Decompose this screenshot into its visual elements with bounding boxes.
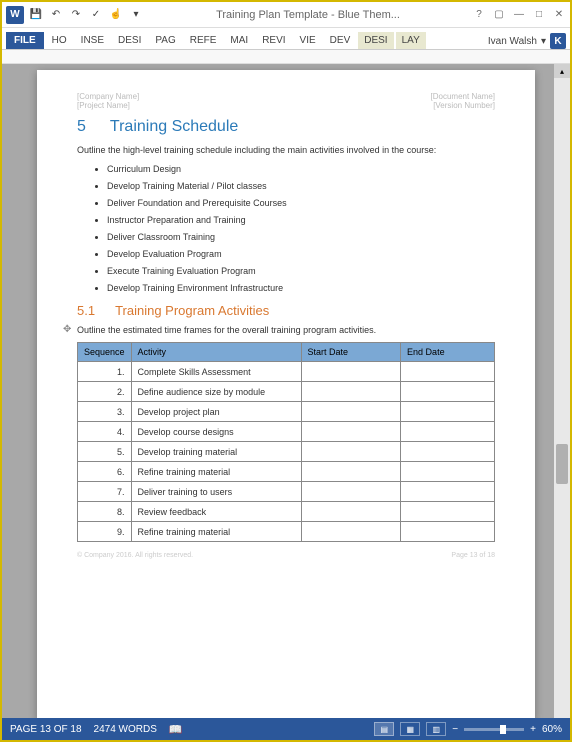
proofing-icon[interactable]: 📖 xyxy=(169,723,183,736)
redo-icon[interactable]: ↷ xyxy=(68,7,84,23)
table-row[interactable]: 9.Refine training material xyxy=(78,522,495,542)
th-start-date[interactable]: Start Date xyxy=(301,343,401,362)
tab-view[interactable]: VIE xyxy=(294,32,322,49)
tab-table-layout[interactable]: LAY xyxy=(396,32,426,49)
quick-access-toolbar: W 💾 ↶ ↷ ✓ ☝ ▾ xyxy=(6,6,144,24)
table-row[interactable]: 6.Refine training material xyxy=(78,462,495,482)
file-tab[interactable]: FILE xyxy=(6,32,44,49)
list-item[interactable]: Develop Training Material / Pilot classe… xyxy=(107,181,495,191)
ribbon-options-icon[interactable]: ▢ xyxy=(492,8,506,22)
table-row[interactable]: 8.Review feedback xyxy=(78,502,495,522)
qat-dropdown-icon[interactable]: ▾ xyxy=(128,7,144,23)
section-title: Training Schedule xyxy=(110,118,238,136)
minimize-icon[interactable]: — xyxy=(512,8,526,22)
table-row[interactable]: 1.Complete Skills Assessment xyxy=(78,362,495,382)
list-item[interactable]: Curriculum Design xyxy=(107,164,495,174)
table-row[interactable]: 3.Develop project plan xyxy=(78,402,495,422)
list-item[interactable]: Develop Evaluation Program xyxy=(107,249,495,259)
user-area[interactable]: Ivan Walsh ▾ K xyxy=(488,33,566,49)
titlebar: W 💾 ↶ ↷ ✓ ☝ ▾ Training Plan Template - B… xyxy=(2,2,570,28)
maximize-icon[interactable]: □ xyxy=(532,8,546,22)
heading-1[interactable]: 5 Training Schedule xyxy=(77,118,495,136)
zoom-level[interactable]: 60% xyxy=(542,724,562,735)
footer-copyright: © Company 2016. All rights reserved. xyxy=(77,552,193,559)
scroll-thumb[interactable] xyxy=(556,444,568,484)
read-mode-icon[interactable]: ▤ xyxy=(374,722,394,736)
ribbon-tabs: FILE HO INSE DESI PAG REFE MAI REVI VIE … xyxy=(2,28,570,50)
window-title: Training Plan Template - Blue Them... xyxy=(144,9,472,21)
sub-intro-paragraph[interactable]: Outline the estimated time frames for th… xyxy=(77,324,495,337)
tab-mailings[interactable]: MAI xyxy=(224,32,254,49)
tab-review[interactable]: REVI xyxy=(256,32,291,49)
heading-2[interactable]: 5.1 Training Program Activities xyxy=(77,303,495,318)
web-layout-icon[interactable]: ▥ xyxy=(426,722,446,736)
zoom-handle[interactable] xyxy=(500,725,506,734)
footer-page: Page 13 of 18 xyxy=(451,552,495,559)
list-item[interactable]: Deliver Classroom Training xyxy=(107,232,495,242)
document-area[interactable]: [Company Name] [Project Name] [Document … xyxy=(2,64,570,720)
scroll-up-icon[interactable]: ▴ xyxy=(554,64,570,78)
user-name: Ivan Walsh xyxy=(488,36,537,47)
header-company: [Company Name] xyxy=(77,92,139,101)
header-version: [Version Number] xyxy=(431,101,495,110)
bullet-list[interactable]: Curriculum Design Develop Training Mater… xyxy=(107,164,495,293)
th-sequence[interactable]: Sequence xyxy=(78,343,132,362)
tab-home[interactable]: HO xyxy=(46,32,73,49)
tab-page-layout[interactable]: PAG xyxy=(149,32,181,49)
tab-design[interactable]: DESI xyxy=(112,32,147,49)
zoom-in-icon[interactable]: + xyxy=(530,724,536,735)
user-dropdown-icon: ▾ xyxy=(541,36,546,47)
doc-header: [Company Name] [Project Name] [Document … xyxy=(77,92,495,110)
page[interactable]: [Company Name] [Project Name] [Document … xyxy=(37,70,535,720)
table-header-row: Sequence Activity Start Date End Date xyxy=(78,343,495,362)
touch-icon[interactable]: ☝ xyxy=(108,7,124,23)
help-icon[interactable]: ? xyxy=(472,8,486,22)
table-row[interactable]: 4.Develop course designs xyxy=(78,422,495,442)
th-activity[interactable]: Activity xyxy=(131,343,301,362)
list-item[interactable]: Deliver Foundation and Prerequisite Cour… xyxy=(107,198,495,208)
table-row[interactable]: 7.Deliver training to users xyxy=(78,482,495,502)
undo-icon[interactable]: ↶ xyxy=(48,7,64,23)
doc-footer: © Company 2016. All rights reserved. Pag… xyxy=(77,552,495,559)
list-item[interactable]: Execute Training Evaluation Program xyxy=(107,266,495,276)
activities-table[interactable]: Sequence Activity Start Date End Date 1.… xyxy=(77,342,495,542)
save-icon[interactable]: 💾 xyxy=(28,7,44,23)
tab-insert[interactable]: INSE xyxy=(75,32,110,49)
spellcheck-icon[interactable]: ✓ xyxy=(88,7,104,23)
word-icon[interactable]: W xyxy=(6,6,24,24)
status-words[interactable]: 2474 WORDS xyxy=(94,724,157,735)
subsection-title: Training Program Activities xyxy=(115,303,269,318)
subsection-number: 5.1 xyxy=(77,303,95,318)
header-doc-name: [Document Name] xyxy=(431,92,495,101)
tab-developer[interactable]: DEV xyxy=(324,32,357,49)
th-end-date[interactable]: End Date xyxy=(401,343,495,362)
user-badge: K xyxy=(550,33,566,49)
header-project: [Project Name] xyxy=(77,101,139,110)
status-page[interactable]: PAGE 13 OF 18 xyxy=(10,724,82,735)
window-controls: ? ▢ — □ ✕ xyxy=(472,8,566,22)
zoom-slider[interactable] xyxy=(464,728,524,731)
tab-references[interactable]: REFE xyxy=(184,32,223,49)
print-layout-icon[interactable]: ▦ xyxy=(400,722,420,736)
tab-table-design[interactable]: DESI xyxy=(358,32,393,49)
close-icon[interactable]: ✕ xyxy=(552,8,566,22)
list-item[interactable]: Develop Training Environment Infrastruct… xyxy=(107,283,495,293)
list-item[interactable]: Instructor Preparation and Training xyxy=(107,215,495,225)
ruler[interactable] xyxy=(2,50,570,64)
zoom-out-icon[interactable]: − xyxy=(452,724,458,735)
statusbar: PAGE 13 OF 18 2474 WORDS 📖 ▤ ▦ ▥ − + 60% xyxy=(2,718,570,740)
intro-paragraph[interactable]: Outline the high-level training schedule… xyxy=(77,144,495,157)
table-row[interactable]: 5.Develop training material xyxy=(78,442,495,462)
vertical-scrollbar[interactable]: ▴ xyxy=(554,64,570,720)
table-row[interactable]: 2.Define audience size by module xyxy=(78,382,495,402)
section-number: 5 xyxy=(77,118,86,136)
table-anchor-icon[interactable]: ✥ xyxy=(63,324,71,335)
